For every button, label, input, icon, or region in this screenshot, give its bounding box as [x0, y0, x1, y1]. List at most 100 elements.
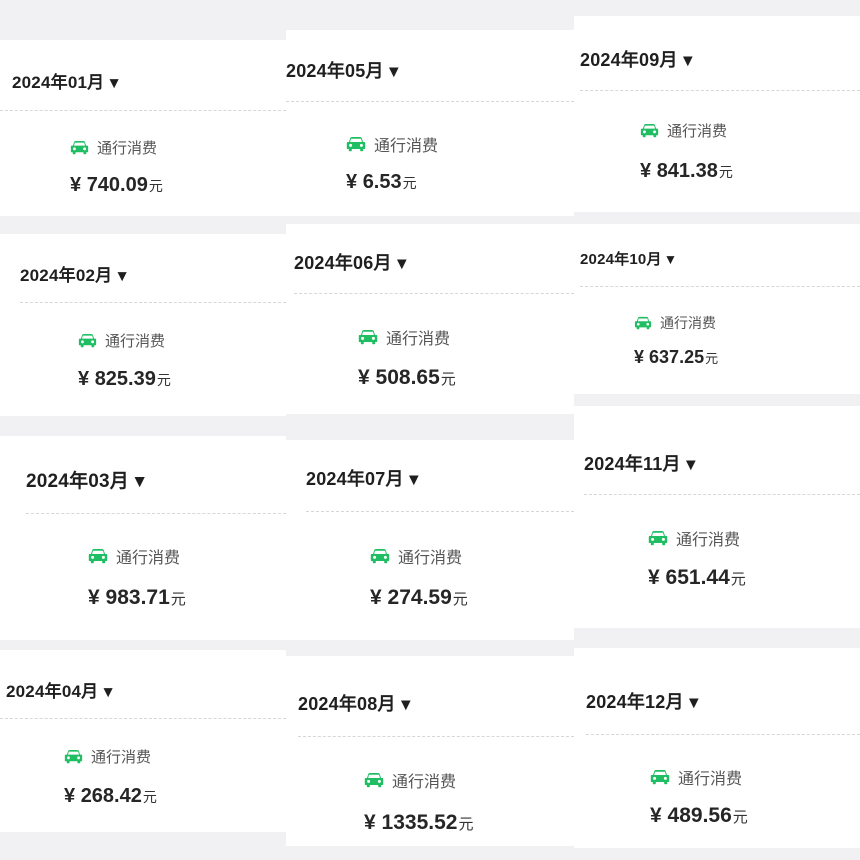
month-label: 2024年06月: [294, 253, 392, 273]
month-selector[interactable]: 2024年04月 ▼: [6, 677, 116, 702]
currency-symbol: ¥: [64, 785, 76, 807]
category-label: 通行消费: [91, 749, 152, 766]
toll-category: 通行消费: [364, 768, 456, 792]
caret-down-icon: ▼: [679, 51, 697, 70]
toll-category: 通行消费: [78, 330, 165, 351]
toll-category: 通行消费: [370, 544, 462, 568]
toll-category: 通行消费: [634, 313, 716, 333]
toll-amount: ¥ 274.59元: [370, 586, 468, 610]
month-label: 2024年02月: [20, 266, 113, 285]
amount-unit: 元: [440, 371, 456, 388]
car-icon: [370, 549, 390, 564]
amount-unit: 元: [402, 175, 417, 191]
caret-down-icon: ▼: [685, 693, 703, 712]
month-label: 2024年04月: [6, 682, 99, 701]
category-label: 通行消费: [97, 140, 158, 157]
car-icon: [358, 330, 378, 345]
caret-down-icon: ▼: [397, 695, 415, 714]
caret-down-icon: ▼: [114, 268, 130, 285]
toll-amount: ¥ 740.09元: [70, 174, 163, 197]
amount-value: 489.56: [667, 804, 732, 827]
amount-unit: 元: [458, 816, 474, 833]
amount-unit: 元: [142, 789, 157, 805]
month-selector[interactable]: 2024年03月 ▼: [26, 466, 149, 493]
category-label: 通行消费: [386, 331, 451, 348]
dashed-divider: [0, 718, 286, 719]
month-label: 2024年10月: [580, 251, 662, 268]
month-selector[interactable]: 2024年07月 ▼: [306, 465, 422, 491]
car-icon: [88, 549, 108, 564]
amount-unit: 元: [170, 591, 186, 608]
toll-category: 通行消费: [650, 765, 742, 789]
dashed-divider: [286, 101, 574, 102]
month-selector[interactable]: 2024年02月 ▼: [20, 261, 130, 286]
toll-amount: ¥ 841.38元: [640, 160, 733, 183]
currency-symbol: ¥: [358, 366, 370, 389]
amount-unit: 元: [718, 164, 733, 180]
toll-amount: ¥ 637.25元: [634, 347, 718, 368]
month-selector[interactable]: 2024年12月 ▼: [586, 688, 702, 714]
currency-symbol: ¥: [648, 566, 660, 589]
currency-symbol: ¥: [370, 586, 382, 609]
toll-category: 通行消费: [640, 120, 727, 141]
toll-amount: ¥ 489.56元: [650, 804, 748, 828]
amount-value: 6.53: [362, 171, 402, 193]
month-selector[interactable]: 2024年05月 ▼: [286, 57, 402, 83]
amount-value: 637.25: [649, 347, 705, 367]
currency-symbol: ¥: [70, 174, 82, 196]
month-selector[interactable]: 2024年10月 ▼: [580, 248, 678, 269]
amount-unit: 元: [732, 809, 748, 826]
toll-category: 通行消费: [88, 544, 180, 568]
month-selector[interactable]: 2024年09月 ▼: [580, 46, 696, 72]
amount-unit: 元: [156, 372, 171, 388]
car-icon: [648, 531, 668, 546]
dashed-divider: [20, 302, 286, 303]
car-icon: [640, 123, 659, 138]
amount-value: 508.65: [375, 366, 440, 389]
amount-value: 651.44: [665, 566, 730, 589]
toll-amount: ¥ 983.71元: [88, 586, 186, 610]
currency-symbol: ¥: [78, 368, 90, 390]
caret-down-icon: ▼: [106, 75, 122, 92]
category-label: 通行消费: [105, 333, 166, 350]
amount-value: 841.38: [656, 160, 718, 182]
month-selector[interactable]: 2024年08月 ▼: [298, 690, 414, 716]
amount-unit: 元: [452, 591, 468, 608]
toll-category: 通行消费: [70, 137, 157, 158]
car-icon: [650, 770, 670, 785]
car-icon: [634, 316, 652, 330]
dashed-divider: [580, 90, 860, 91]
dashed-divider: [26, 513, 286, 514]
car-icon: [64, 749, 83, 764]
car-icon: [70, 140, 89, 155]
currency-symbol: ¥: [634, 347, 645, 367]
dashed-divider: [584, 494, 860, 495]
amount-unit: 元: [730, 571, 746, 588]
dashed-divider: [298, 736, 574, 737]
month-label: 2024年07月: [306, 469, 404, 489]
dashed-divider: [0, 110, 286, 111]
month-selector[interactable]: 2024年06月 ▼: [294, 249, 410, 275]
dashed-divider: [306, 511, 574, 512]
month-label: 2024年09月: [580, 50, 678, 70]
amount-unit: 元: [148, 178, 163, 194]
category-label: 通行消费: [660, 315, 716, 331]
category-label: 通行消费: [678, 771, 743, 788]
currency-symbol: ¥: [640, 160, 652, 182]
toll-amount: ¥ 651.44元: [648, 566, 746, 590]
dashed-divider: [294, 293, 574, 294]
month-selector[interactable]: 2024年11月 ▼: [584, 450, 699, 476]
currency-symbol: ¥: [88, 586, 100, 609]
amount-value: 274.59: [387, 586, 452, 609]
amount-value: 740.09: [86, 174, 148, 196]
category-label: 通行消费: [398, 550, 463, 567]
toll-amount: ¥ 508.65元: [358, 366, 456, 390]
month-label: 2024年11月: [584, 454, 681, 474]
month-label: 2024年12月: [586, 692, 684, 712]
toll-amount: ¥ 1335.52元: [364, 811, 473, 835]
dashed-divider: [586, 734, 860, 735]
caret-down-icon: ▼: [393, 254, 411, 273]
category-label: 通行消费: [676, 532, 741, 549]
month-selector[interactable]: 2024年01月 ▼: [12, 68, 122, 93]
toll-amount: ¥ 268.42元: [64, 785, 157, 808]
